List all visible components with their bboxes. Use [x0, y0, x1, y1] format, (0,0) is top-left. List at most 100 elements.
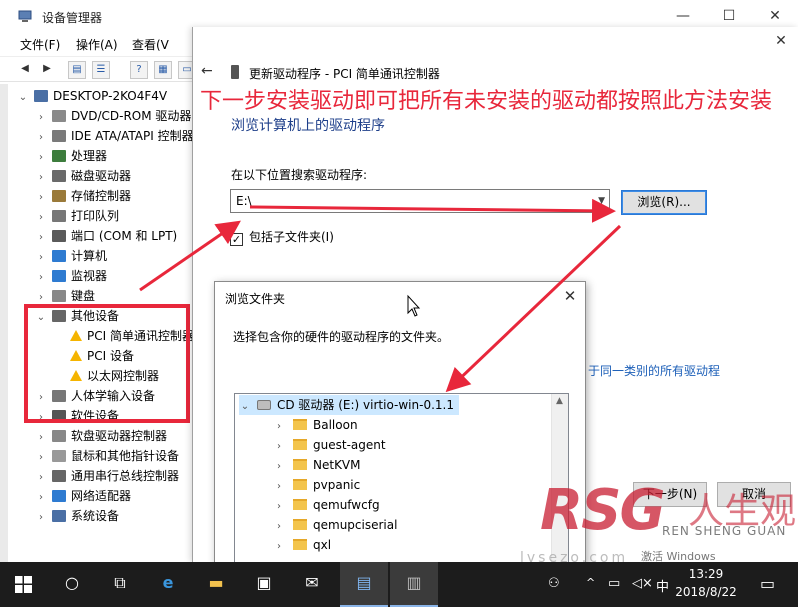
properties-icon[interactable]: ▤: [68, 61, 86, 79]
chevron-right-icon[interactable]: ›: [36, 108, 46, 128]
mouse-icon: [52, 450, 66, 462]
notification-icon[interactable]: ▭: [760, 574, 775, 593]
tree-node[interactable]: › 软盘驱动器控制器: [36, 426, 167, 446]
help-icon[interactable]: ?: [130, 61, 148, 79]
folder-tree[interactable]: ⌄ CD 驱动器 (E:) virtio-win-0.1.1 › Balloon ›…: [234, 393, 569, 565]
search-location-label: 在以下位置搜索驱动程序:: [231, 168, 368, 182]
folder-item[interactable]: › qemupciserial: [273, 515, 397, 535]
driver-icon: ▥: [406, 573, 422, 592]
search-button[interactable]: ○: [48, 562, 96, 607]
folder-item[interactable]: › NetKVM: [273, 455, 361, 475]
tree-node-computer[interactable]: ⌄ DESKTOP-2KO4F4V: [18, 86, 167, 106]
chevron-right-icon[interactable]: ›: [36, 508, 46, 528]
browse-button[interactable]: 浏览(R)...: [621, 190, 707, 215]
back-arrow-icon[interactable]: ◀: [16, 61, 34, 79]
start-button[interactable]: [0, 562, 48, 607]
scan-icon[interactable]: ▦: [154, 61, 172, 79]
explorer-button[interactable]: ▬: [192, 562, 240, 607]
tree-node[interactable]: › 网络适配器: [36, 486, 131, 506]
chevron-right-icon[interactable]: ›: [36, 448, 46, 468]
device-icon: [231, 65, 239, 79]
include-subfolders[interactable]: ✓ 包括子文件夹(I): [230, 228, 334, 246]
cancel-button[interactable]: 取消: [717, 482, 791, 507]
driver-wizard-taskbar-button[interactable]: ▥: [390, 562, 438, 607]
chevron-right-icon[interactable]: ›: [273, 517, 285, 537]
tree-node[interactable]: › 磁盘驱动器: [36, 166, 131, 186]
chevron-right-icon[interactable]: ›: [36, 248, 46, 268]
tree-node-cd-drive[interactable]: ⌄ CD 驱动器 (E:) virtio-win-0.1.1: [239, 395, 459, 415]
chevron-right-icon[interactable]: ›: [36, 488, 46, 508]
forward-arrow-icon[interactable]: ▶: [38, 61, 56, 79]
chevron-right-icon[interactable]: ›: [273, 497, 285, 517]
chevron-right-icon[interactable]: ›: [36, 148, 46, 168]
edge-icon: e: [162, 573, 174, 592]
chevron-right-icon[interactable]: ›: [273, 457, 285, 477]
chevron-right-icon[interactable]: ›: [273, 417, 285, 437]
tree-node[interactable]: › 键盘: [36, 286, 95, 306]
chevron-right-icon[interactable]: ›: [36, 128, 46, 148]
dialog-heading: 浏览计算机上的驱动程序: [231, 118, 385, 134]
driver-path-input[interactable]: E:\ ▼: [230, 189, 610, 213]
chevron-right-icon[interactable]: ›: [36, 168, 46, 188]
volume-icon[interactable]: ◁×: [632, 576, 653, 591]
chevron-right-icon[interactable]: ›: [36, 268, 46, 288]
folder-item[interactable]: › qxl: [273, 535, 331, 555]
folder-icon: ▬: [208, 573, 224, 592]
close-icon[interactable]: ✕: [768, 29, 794, 53]
menu-action[interactable]: 操作(A): [76, 36, 118, 53]
chevron-right-icon[interactable]: ›: [36, 228, 46, 248]
tree-node[interactable]: › IDE ATA/ATAPI 控制器: [36, 126, 194, 146]
back-arrow-icon[interactable]: ←: [201, 63, 213, 79]
folder-item[interactable]: › Balloon: [273, 415, 358, 435]
device-manager-taskbar-button[interactable]: ▤: [340, 562, 388, 607]
chevron-right-icon[interactable]: ›: [273, 437, 285, 457]
chevron-right-icon[interactable]: ›: [273, 477, 285, 497]
search-circle-icon: ○: [65, 573, 79, 592]
ime-indicator[interactable]: 中: [656, 576, 669, 595]
tree-node[interactable]: › 端口 (COM 和 LPT): [36, 226, 177, 246]
folder-item[interactable]: › qemufwcfg: [273, 495, 380, 515]
next-button[interactable]: 下一步(N): [633, 482, 707, 507]
folder-tree-scrollbar[interactable]: ▲: [551, 394, 568, 565]
tree-node[interactable]: › 通用串行总线控制器: [36, 466, 179, 486]
pick-from-list-link[interactable]: 于同一类别的所有驱动程: [588, 362, 720, 379]
tree-node[interactable]: › 存储控制器: [36, 186, 131, 206]
list-icon[interactable]: ☰: [92, 61, 110, 79]
clock-date: 2018/8/22: [675, 585, 737, 599]
computer-icon: [34, 90, 48, 102]
chevron-right-icon[interactable]: ›: [36, 208, 46, 228]
scroll-up-icon[interactable]: ▲: [556, 396, 563, 406]
mail-button[interactable]: ✉: [288, 562, 336, 607]
tree-node[interactable]: › 系统设备: [36, 506, 119, 526]
tree-node[interactable]: › 计算机: [36, 246, 107, 266]
chevron-up-icon[interactable]: ^: [586, 576, 595, 589]
chevron-down-icon[interactable]: ⌄: [18, 88, 28, 108]
people-icon[interactable]: ⚇: [548, 576, 560, 591]
chevron-right-icon[interactable]: ›: [36, 468, 46, 488]
chevron-right-icon[interactable]: ›: [36, 188, 46, 208]
edge-button[interactable]: e: [144, 562, 192, 607]
tree-node[interactable]: › 监视器: [36, 266, 107, 286]
network-icon[interactable]: ▭: [608, 576, 620, 591]
chevron-right-icon[interactable]: ›: [273, 537, 285, 557]
task-view-button[interactable]: ⧉: [96, 562, 144, 607]
include-subfolders-checkbox[interactable]: ✓: [230, 233, 243, 246]
chevron-down-icon[interactable]: ⌄: [239, 397, 251, 417]
window-title: 设备管理器: [42, 11, 103, 25]
tree-node[interactable]: › 打印队列: [36, 206, 119, 226]
chevron-down-icon[interactable]: ▼: [598, 190, 605, 212]
device-manager-icon: [18, 10, 32, 22]
folder-item[interactable]: › guest-agent: [273, 435, 386, 455]
store-icon: ▣: [256, 573, 272, 592]
menu-view[interactable]: 查看(V: [132, 36, 169, 53]
tree-node[interactable]: › DVD/CD-ROM 驱动器: [36, 106, 191, 126]
port-icon: [52, 230, 66, 242]
folder-item[interactable]: › pvpanic: [273, 475, 360, 495]
close-icon[interactable]: ✕: [555, 282, 585, 310]
menu-file[interactable]: 文件(F): [20, 36, 60, 53]
tree-node[interactable]: › 鼠标和其他指针设备: [36, 446, 179, 466]
clock[interactable]: 13:29 2018/8/22: [670, 565, 742, 601]
store-button[interactable]: ▣: [240, 562, 288, 607]
chevron-right-icon[interactable]: ›: [36, 428, 46, 448]
tree-node[interactable]: › 处理器: [36, 146, 107, 166]
